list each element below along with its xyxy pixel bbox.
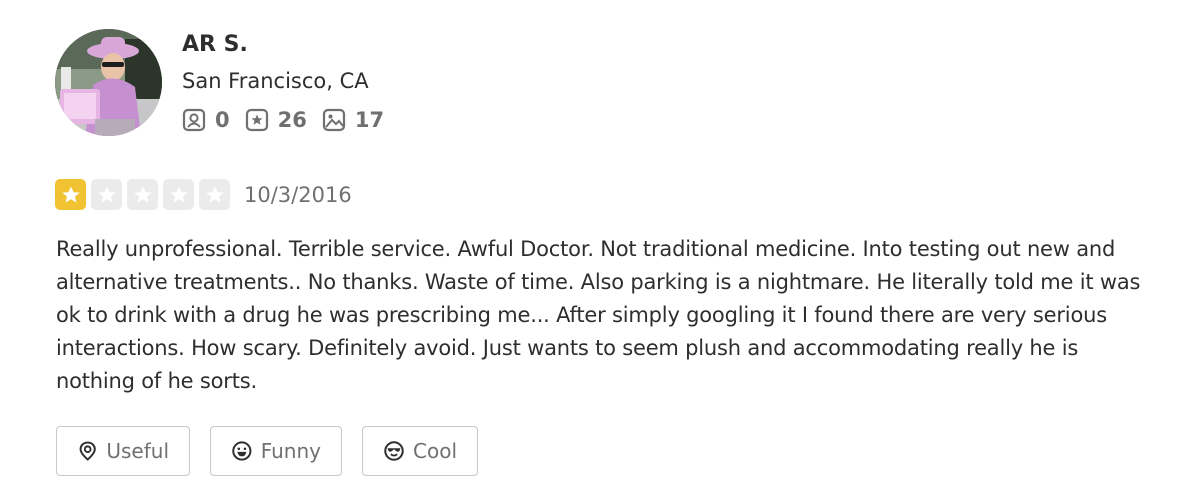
star-icon — [163, 179, 194, 210]
photos-icon — [322, 108, 345, 132]
star-rating: 10/3/2016 — [55, 179, 352, 210]
star-icon — [91, 179, 122, 210]
friends-count: 0 — [215, 108, 230, 132]
photos-stat: 17 — [322, 108, 384, 132]
user-location: San Francisco, CA — [182, 69, 369, 93]
funny-icon — [232, 441, 252, 461]
useful-button[interactable]: Useful — [56, 426, 190, 476]
star-icon — [55, 179, 86, 210]
review-card: AR S. San Francisco, CA 0 26 17 10/3/201… — [0, 0, 1186, 497]
user-name[interactable]: AR S. — [182, 32, 248, 57]
funny-label: Funny — [260, 439, 321, 463]
cool-label: Cool — [413, 439, 457, 463]
star-icon — [199, 179, 230, 210]
star-icon — [127, 179, 158, 210]
reviews-stat: 26 — [245, 108, 307, 132]
friends-icon — [182, 108, 206, 132]
reviews-count: 26 — [277, 108, 307, 132]
useful-icon — [79, 441, 96, 461]
funny-button[interactable]: Funny — [210, 426, 342, 476]
cool-button[interactable]: Cool — [362, 426, 478, 476]
friends-stat: 0 — [182, 108, 230, 132]
photos-count: 17 — [354, 108, 385, 132]
useful-label: Useful — [106, 439, 169, 463]
avatar-image — [55, 29, 162, 136]
review-text: Really unprofessional. Terrible service.… — [56, 237, 1141, 393]
review-actions: Useful Funny Cool — [56, 426, 498, 476]
review-date: 10/3/2016 — [244, 182, 352, 207]
reviews-icon — [245, 108, 268, 132]
cool-icon — [384, 441, 404, 461]
avatar[interactable] — [55, 29, 162, 136]
user-stats: 0 26 17 — [182, 108, 399, 132]
